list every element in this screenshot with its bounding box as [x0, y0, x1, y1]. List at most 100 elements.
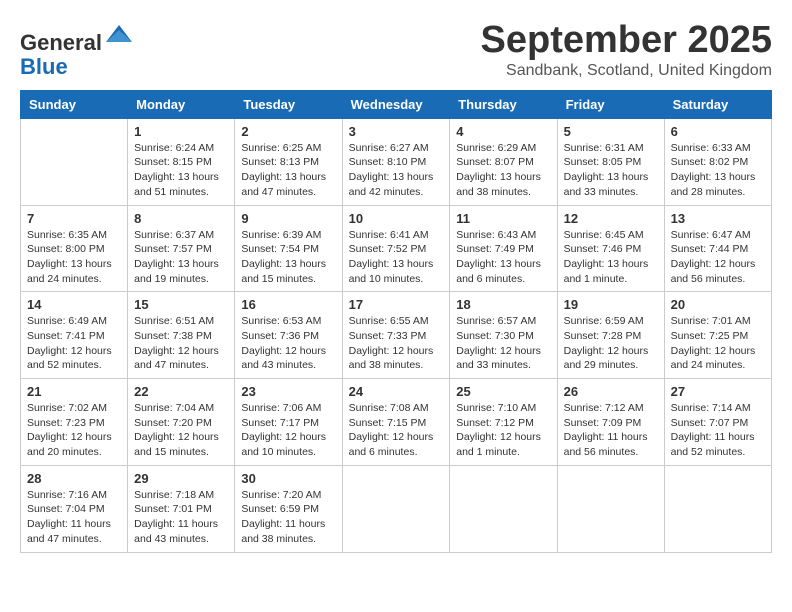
day-info: Sunrise: 7:16 AM Sunset: 7:04 PM Dayligh… [27, 488, 121, 547]
day-info: Sunrise: 6:31 AM Sunset: 8:05 PM Dayligh… [564, 141, 658, 200]
page-header: General Blue September 2025 Sandbank, Sc… [20, 20, 772, 80]
day-info: Sunrise: 6:57 AM Sunset: 7:30 PM Dayligh… [456, 314, 550, 373]
calendar-cell: 9 Sunrise: 6:39 AM Sunset: 7:54 PM Daylig… [235, 205, 342, 292]
calendar-cell: 13Sunrise: 6:47 AM Sunset: 7:44 PM Dayli… [664, 205, 771, 292]
day-info: Sunrise: 6:49 AM Sunset: 7:41 PM Dayligh… [27, 314, 121, 373]
calendar-cell: 23Sunrise: 7:06 AM Sunset: 7:17 PM Dayli… [235, 379, 342, 466]
day-info: Sunrise: 7:20 AM Sunset: 6:59 PM Dayligh… [241, 488, 335, 547]
calendar-cell: 4 Sunrise: 6:29 AM Sunset: 8:07 PM Daylig… [450, 118, 557, 205]
calendar-cell [342, 465, 450, 552]
day-number: 25 [456, 384, 550, 399]
day-number: 12 [564, 211, 658, 226]
day-info: Sunrise: 6:43 AM Sunset: 7:49 PM Dayligh… [456, 228, 550, 287]
day-info: Sunrise: 6:59 AM Sunset: 7:28 PM Dayligh… [564, 314, 658, 373]
day-number: 20 [671, 297, 765, 312]
calendar-cell: 24 Sunrise: 7:08 AM Sunset: 7:15 PM Dayli… [342, 379, 450, 466]
calendar-cell [557, 465, 664, 552]
calendar-cell: 30 Sunrise: 7:20 AM Sunset: 6:59 PM Dayli… [235, 465, 342, 552]
weekday-header: Saturday [664, 90, 771, 118]
calendar-header-row: SundayMondayTuesdayWednesdayThursdayFrid… [21, 90, 772, 118]
location: Sandbank, Scotland, United Kingdom [481, 62, 773, 80]
day-number: 2 [241, 124, 335, 139]
weekday-header: Thursday [450, 90, 557, 118]
day-number: 7 [27, 211, 121, 226]
calendar-cell: 3Sunrise: 6:27 AM Sunset: 8:10 PM Daylig… [342, 118, 450, 205]
day-number: 4 [456, 124, 550, 139]
day-info: Sunrise: 7:08 AM Sunset: 7:15 PM Dayligh… [349, 401, 444, 460]
day-info: Sunrise: 7:18 AM Sunset: 7:01 PM Dayligh… [134, 488, 228, 547]
calendar-cell: 28 Sunrise: 7:16 AM Sunset: 7:04 PM Dayli… [21, 465, 128, 552]
weekday-header: Friday [557, 90, 664, 118]
calendar-cell: 27 Sunrise: 7:14 AM Sunset: 7:07 PM Dayli… [664, 379, 771, 466]
day-info: Sunrise: 7:04 AM Sunset: 7:20 PM Dayligh… [134, 401, 228, 460]
calendar-week-row: 1 Sunrise: 6:24 AM Sunset: 8:15 PM Daylig… [21, 118, 772, 205]
day-info: Sunrise: 6:29 AM Sunset: 8:07 PM Dayligh… [456, 141, 550, 200]
day-number: 8 [134, 211, 228, 226]
day-info: Sunrise: 7:14 AM Sunset: 7:07 PM Dayligh… [671, 401, 765, 460]
day-info: Sunrise: 6:53 AM Sunset: 7:36 PM Dayligh… [241, 314, 335, 373]
calendar-cell: 11Sunrise: 6:43 AM Sunset: 7:49 PM Dayli… [450, 205, 557, 292]
logo-blue: Blue [20, 54, 68, 79]
logo-icon [104, 20, 134, 50]
calendar-week-row: 28 Sunrise: 7:16 AM Sunset: 7:04 PM Dayli… [21, 465, 772, 552]
day-number: 27 [671, 384, 765, 399]
day-info: Sunrise: 7:01 AM Sunset: 7:25 PM Dayligh… [671, 314, 765, 373]
day-number: 19 [564, 297, 658, 312]
weekday-header: Monday [128, 90, 235, 118]
logo: General Blue [20, 20, 134, 79]
calendar-cell: 20 Sunrise: 7:01 AM Sunset: 7:25 PM Dayli… [664, 292, 771, 379]
day-number: 5 [564, 124, 658, 139]
day-number: 15 [134, 297, 228, 312]
calendar-cell: 6Sunrise: 6:33 AM Sunset: 8:02 PM Daylig… [664, 118, 771, 205]
weekday-header: Tuesday [235, 90, 342, 118]
day-number: 29 [134, 471, 228, 486]
calendar-cell: 16 Sunrise: 6:53 AM Sunset: 7:36 PM Dayli… [235, 292, 342, 379]
calendar-cell: 7Sunrise: 6:35 AM Sunset: 8:00 PM Daylig… [21, 205, 128, 292]
logo-general: General [20, 30, 102, 55]
day-info: Sunrise: 6:55 AM Sunset: 7:33 PM Dayligh… [349, 314, 444, 373]
day-number: 28 [27, 471, 121, 486]
weekday-header: Wednesday [342, 90, 450, 118]
calendar-cell: 26 Sunrise: 7:12 AM Sunset: 7:09 PM Dayli… [557, 379, 664, 466]
day-info: Sunrise: 7:02 AM Sunset: 7:23 PM Dayligh… [27, 401, 121, 460]
day-number: 26 [564, 384, 658, 399]
day-number: 22 [134, 384, 228, 399]
day-number: 14 [27, 297, 121, 312]
calendar-cell: 29 Sunrise: 7:18 AM Sunset: 7:01 PM Dayli… [128, 465, 235, 552]
day-number: 30 [241, 471, 335, 486]
day-number: 18 [456, 297, 550, 312]
day-number: 21 [27, 384, 121, 399]
day-info: Sunrise: 6:37 AM Sunset: 7:57 PM Dayligh… [134, 228, 228, 287]
day-info: Sunrise: 6:27 AM Sunset: 8:10 PM Dayligh… [349, 141, 444, 200]
day-number: 6 [671, 124, 765, 139]
calendar-cell: 21 Sunrise: 7:02 AM Sunset: 7:23 PM Dayli… [21, 379, 128, 466]
month-title: September 2025 [481, 20, 773, 62]
weekday-header: Sunday [21, 90, 128, 118]
calendar-cell [450, 465, 557, 552]
calendar-cell: 5 Sunrise: 6:31 AM Sunset: 8:05 PM Daylig… [557, 118, 664, 205]
day-info: Sunrise: 6:41 AM Sunset: 7:52 PM Dayligh… [349, 228, 444, 287]
day-number: 24 [349, 384, 444, 399]
day-number: 16 [241, 297, 335, 312]
calendar-cell: 19 Sunrise: 6:59 AM Sunset: 7:28 PM Dayli… [557, 292, 664, 379]
day-number: 1 [134, 124, 228, 139]
day-info: Sunrise: 7:12 AM Sunset: 7:09 PM Dayligh… [564, 401, 658, 460]
calendar-cell: 18 Sunrise: 6:57 AM Sunset: 7:30 PM Dayli… [450, 292, 557, 379]
day-info: Sunrise: 6:39 AM Sunset: 7:54 PM Dayligh… [241, 228, 335, 287]
calendar-cell: 2Sunrise: 6:25 AM Sunset: 8:13 PM Daylig… [235, 118, 342, 205]
title-block: September 2025 Sandbank, Scotland, Unite… [481, 20, 773, 80]
calendar-cell: 8 Sunrise: 6:37 AM Sunset: 7:57 PM Daylig… [128, 205, 235, 292]
day-info: Sunrise: 6:51 AM Sunset: 7:38 PM Dayligh… [134, 314, 228, 373]
calendar-week-row: 7Sunrise: 6:35 AM Sunset: 8:00 PM Daylig… [21, 205, 772, 292]
calendar-cell: 15 Sunrise: 6:51 AM Sunset: 7:38 PM Dayli… [128, 292, 235, 379]
day-info: Sunrise: 6:24 AM Sunset: 8:15 PM Dayligh… [134, 141, 228, 200]
calendar-cell [21, 118, 128, 205]
day-number: 23 [241, 384, 335, 399]
calendar-table: SundayMondayTuesdayWednesdayThursdayFrid… [20, 90, 772, 553]
calendar-cell [664, 465, 771, 552]
calendar-cell: 10 Sunrise: 6:41 AM Sunset: 7:52 PM Dayli… [342, 205, 450, 292]
calendar-week-row: 14 Sunrise: 6:49 AM Sunset: 7:41 PM Dayli… [21, 292, 772, 379]
day-number: 10 [349, 211, 444, 226]
day-number: 9 [241, 211, 335, 226]
calendar-week-row: 21 Sunrise: 7:02 AM Sunset: 7:23 PM Dayli… [21, 379, 772, 466]
